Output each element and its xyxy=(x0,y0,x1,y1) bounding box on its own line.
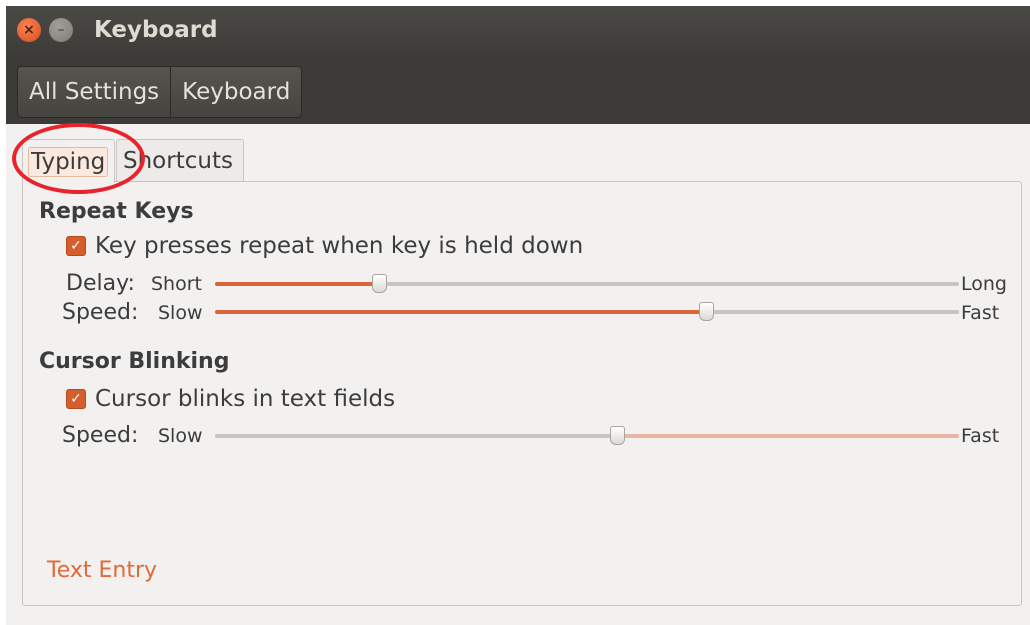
blink-speed-max-label: Fast xyxy=(961,425,1000,447)
cursor-blink-checkbox-label: Cursor blinks in text fields xyxy=(95,386,396,412)
cursor-blinking-heading: Cursor Blinking xyxy=(39,349,230,374)
blink-speed-slider[interactable] xyxy=(215,426,959,445)
red-highlight-circle xyxy=(12,123,145,194)
cursor-blink-checkbox[interactable]: ✓ xyxy=(66,389,86,409)
delay-slider-fill xyxy=(215,282,379,286)
blink-speed-min-label: Slow xyxy=(158,425,203,447)
blink-speed-slider-fill xyxy=(616,434,959,438)
window-title: Keyboard xyxy=(94,17,218,43)
delay-max-label: Long xyxy=(961,273,1007,295)
repeat-keys-checkbox[interactable]: ✓ xyxy=(66,236,86,256)
delay-min-label: Short xyxy=(151,273,202,295)
repeat-keys-heading: Repeat Keys xyxy=(39,199,194,224)
cursor-blink-checkbox-row[interactable]: ✓ Cursor blinks in text fields xyxy=(66,386,395,412)
close-window-button[interactable]: × xyxy=(17,18,41,42)
repeat-speed-min-label: Slow xyxy=(158,302,203,324)
minimize-window-button[interactable]: – xyxy=(49,18,73,42)
text-entry-link[interactable]: Text Entry xyxy=(47,558,157,583)
repeat-speed-slider-handle[interactable] xyxy=(699,302,715,321)
repeat-keys-checkbox-label: Key presses repeat when key is held down xyxy=(95,233,584,259)
repeat-speed-max-label: Fast xyxy=(961,302,1000,324)
repeat-speed-slider[interactable] xyxy=(215,302,959,321)
breadcrumb-all-settings[interactable]: All Settings xyxy=(18,67,170,117)
delay-slider[interactable] xyxy=(215,274,959,293)
repeat-keys-checkbox-row[interactable]: ✓ Key presses repeat when key is held do… xyxy=(66,233,583,259)
toolbar: All Settings Keyboard xyxy=(6,58,1030,124)
breadcrumb: All Settings Keyboard xyxy=(17,66,303,118)
delay-label: Delay: xyxy=(66,271,135,296)
title-bar: × – Keyboard xyxy=(6,6,1030,58)
breadcrumb-keyboard[interactable]: Keyboard xyxy=(170,67,301,117)
blink-speed-slider-handle[interactable] xyxy=(609,426,625,445)
delay-slider-handle[interactable] xyxy=(371,274,387,293)
repeat-speed-slider-fill xyxy=(215,310,707,314)
blink-speed-label: Speed: xyxy=(62,423,139,448)
repeat-speed-label: Speed: xyxy=(62,300,139,325)
